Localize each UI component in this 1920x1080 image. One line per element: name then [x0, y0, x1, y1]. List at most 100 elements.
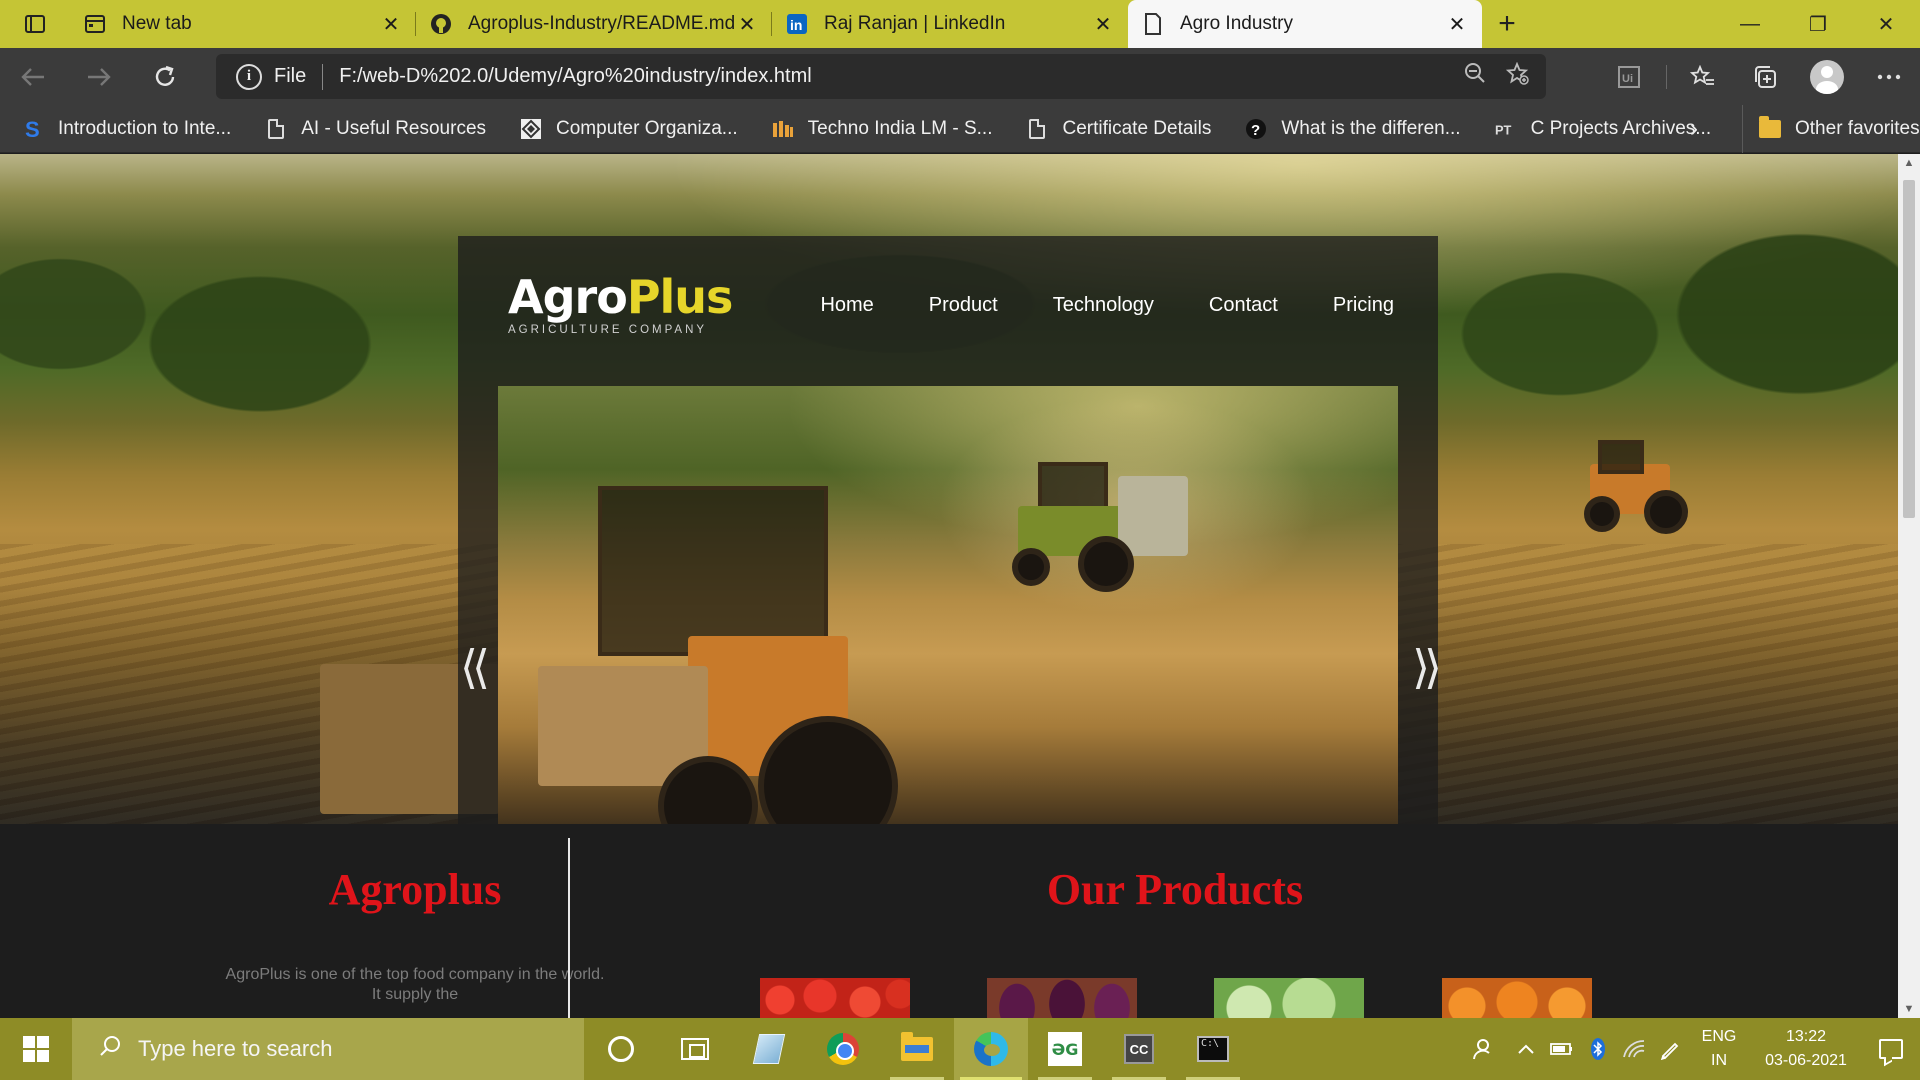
more-favorites-chevron-icon[interactable]: › [1690, 105, 1698, 153]
nav-pricing[interactable]: Pricing [1333, 294, 1394, 317]
nav-technology[interactable]: Technology [1053, 294, 1154, 317]
start-button[interactable] [0, 1018, 72, 1080]
taskbar-app-codeblocks[interactable]: CC [1102, 1018, 1176, 1080]
cortana-button[interactable] [584, 1018, 658, 1080]
taskbar-app-notebook[interactable] [732, 1018, 806, 1080]
tab-new-tab[interactable]: New tab ✕ [70, 0, 416, 48]
tab-close-button[interactable]: ✕ [380, 13, 402, 36]
show-hidden-icons-chevron-icon[interactable] [1508, 1043, 1544, 1055]
tab-actions-icon [25, 15, 45, 33]
taskbar-app-chrome[interactable] [806, 1018, 880, 1080]
action-center-button[interactable] [1862, 1039, 1920, 1059]
other-favorites-item: Other favorites [1747, 116, 1920, 140]
battery-icon[interactable] [1544, 1042, 1580, 1056]
close-window-button[interactable]: ✕ [1852, 0, 1920, 48]
product-orange-image[interactable] [1442, 978, 1592, 1018]
favorite-label: Computer Organiza... [556, 117, 738, 139]
nav-home[interactable]: Home [820, 294, 873, 317]
collections-button[interactable] [1734, 48, 1796, 105]
favorite-item[interactable]: PT C Projects Archives... [1473, 118, 1724, 140]
svg-text:S: S [25, 118, 40, 140]
newtab-icon [84, 13, 106, 35]
tab-agro-industry[interactable]: Agro Industry ✕ [1128, 0, 1482, 48]
favorite-item[interactable]: Certificate Details [1004, 118, 1223, 140]
clock[interactable]: 13:22 03-06-2021 [1750, 1025, 1862, 1073]
page-icon [1026, 118, 1048, 140]
slider-next-button[interactable]: ⟩⟩ [1412, 640, 1442, 694]
github-icon [430, 13, 452, 35]
extension-button[interactable]: Ui [1598, 48, 1660, 105]
search-placeholder: Type here to search [138, 1036, 333, 1061]
logo-part-agro: Agro [508, 270, 628, 324]
favorite-label: Techno India LM - S... [807, 117, 993, 139]
favorite-item[interactable]: AI - Useful Resources [243, 118, 498, 140]
diamond-icon [520, 118, 542, 140]
taskbar-search[interactable]: Type here to search [72, 1018, 584, 1080]
logo-tagline: AGRICULTURE COMPANY [508, 324, 708, 336]
favorite-item[interactable]: ? What is the differen... [1223, 118, 1472, 140]
site-logo[interactable]: AgroPlus AGRICULTURE COMPANY [508, 274, 733, 336]
about-title: Agroplus [328, 865, 502, 914]
restore-button[interactable]: ❐ [1784, 0, 1852, 48]
profile-button[interactable] [1796, 48, 1858, 105]
favorite-item[interactable]: Techno India LM - S... [750, 118, 1005, 140]
minimize-button[interactable]: — [1716, 0, 1784, 48]
language-indicator[interactable]: ENG IN [1688, 1025, 1750, 1073]
taskbar-app-terminal[interactable]: C:\ [1176, 1018, 1250, 1080]
tab-close-button[interactable]: ✕ [736, 13, 758, 36]
tab-title: Agroplus-Industry/README.md at [468, 13, 736, 34]
tab-title: Raj Ranjan | LinkedIn [824, 13, 1006, 34]
taskbar-app-file-explorer[interactable] [880, 1018, 954, 1080]
tab-close-button[interactable]: ✕ [1446, 13, 1468, 36]
language-region: IN [1711, 1052, 1727, 1069]
product-cabbage-image[interactable] [1214, 978, 1364, 1018]
toolbar-divider [1660, 48, 1672, 105]
tab-actions-button[interactable] [0, 0, 70, 48]
zoom-out-icon[interactable] [1464, 62, 1486, 92]
refresh-icon [155, 65, 175, 86]
nav-product[interactable]: Product [929, 294, 998, 317]
tab-linkedin[interactable]: in Raj Ranjan | LinkedIn ✕ [772, 0, 1128, 48]
info-icon[interactable]: i [236, 63, 262, 90]
slider-prev-button[interactable]: ⟨⟨ [460, 640, 490, 694]
clock-time: 13:22 [1785, 1028, 1827, 1045]
scroll-down-arrow-icon[interactable]: ▼ [1898, 1000, 1920, 1018]
green-tractor-image [998, 456, 1198, 606]
taskbar-app-edge[interactable] [954, 1018, 1028, 1080]
svg-text:PT: PT [1495, 122, 1512, 137]
page-scrollbar[interactable]: ▲ ▼ [1898, 154, 1920, 1018]
file-explorer-icon [901, 1032, 933, 1061]
page-icon [265, 118, 287, 140]
favorites-button[interactable] [1672, 48, 1734, 105]
pen-icon[interactable] [1652, 1038, 1688, 1060]
url-text[interactable]: F:/web-D%202.0/Udemy/Agro%20industry/ind… [339, 65, 811, 88]
uipath-extension-icon: Ui [1618, 65, 1640, 88]
favorite-item[interactable]: Computer Organiza... [498, 118, 750, 140]
browser-toolbar: i File F:/web-D%202.0/Udemy/Agro%20indus… [0, 48, 1920, 105]
nav-contact[interactable]: Contact [1209, 294, 1278, 317]
pt-icon: PT [1495, 118, 1517, 140]
taskbar-app-geeksforgeeks[interactable]: ƏG [1028, 1018, 1102, 1080]
tab-close-button[interactable]: ✕ [1092, 13, 1114, 36]
tab-github-readme[interactable]: Agroplus-Industry/README.md at ✕ [416, 0, 772, 48]
forward-button[interactable] [66, 48, 132, 105]
favorite-item[interactable]: S Introduction to Inte... [0, 118, 243, 140]
scroll-thumb[interactable] [1903, 180, 1915, 518]
refresh-button[interactable] [132, 48, 198, 105]
task-view-button[interactable] [658, 1018, 732, 1080]
settings-more-button[interactable] [1858, 48, 1920, 105]
edge-icon [974, 1032, 1008, 1066]
new-tab-button[interactable]: + [1482, 0, 1532, 48]
product-tomato-image[interactable] [760, 978, 910, 1018]
wifi-icon[interactable] [1616, 1039, 1652, 1059]
bluetooth-icon[interactable] [1580, 1038, 1616, 1060]
product-eggplant-image[interactable] [987, 978, 1137, 1018]
column-divider [568, 838, 570, 1018]
people-icon[interactable] [1454, 1037, 1508, 1061]
address-bar[interactable]: i File F:/web-D%202.0/Udemy/Agro%20indus… [216, 54, 1546, 99]
other-favorites-button[interactable]: Other favorites [1742, 105, 1920, 153]
techno-india-icon [772, 118, 794, 140]
add-favorite-star-icon[interactable] [1505, 61, 1530, 92]
back-button[interactable] [0, 48, 66, 105]
scroll-up-arrow-icon[interactable]: ▲ [1898, 154, 1920, 172]
